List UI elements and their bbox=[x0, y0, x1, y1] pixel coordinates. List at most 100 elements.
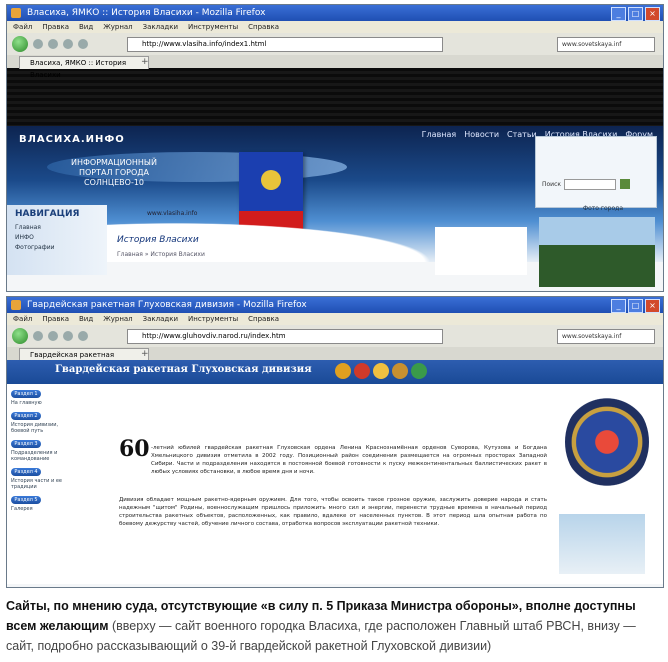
maximize-button[interactable]: □ bbox=[628, 299, 643, 313]
menu-history[interactable]: Журнал bbox=[103, 21, 132, 33]
menu-history[interactable]: Журнал bbox=[103, 313, 132, 325]
close-button[interactable]: × bbox=[645, 299, 660, 313]
back-button[interactable] bbox=[12, 36, 28, 52]
figure-caption: Сайты, по мнению суда, отсутствующие «в … bbox=[6, 596, 662, 656]
nav-home[interactable]: Главная bbox=[422, 130, 457, 139]
window-titlebar: Гвардейская ракетная Глуховская дивизия … bbox=[7, 297, 663, 313]
menu-tools[interactable]: Инструменты bbox=[188, 21, 238, 33]
nav-item-text[interactable]: История части и ее традиции bbox=[11, 478, 71, 490]
forward-button[interactable] bbox=[33, 39, 43, 49]
navigation-toolbar: http://www.gluhovdiv.narod.ru/index.htm … bbox=[7, 325, 663, 347]
menu-view[interactable]: Вид bbox=[79, 313, 93, 325]
sidebar-links: Главная ИНФО Фотографии bbox=[15, 223, 55, 253]
search-panel: Поиск bbox=[535, 136, 657, 208]
nav-pill[interactable]: Раздел 5 bbox=[11, 496, 41, 504]
stop-button[interactable] bbox=[63, 39, 73, 49]
home-button[interactable] bbox=[78, 331, 88, 341]
back-button[interactable] bbox=[12, 328, 28, 344]
window-title: Гвардейская ракетная Глуховская дивизия … bbox=[27, 300, 307, 310]
content-placeholder bbox=[435, 227, 527, 275]
breadcrumb[interactable]: Главная » История Власихи bbox=[117, 251, 205, 258]
search-box[interactable]: www.sovetskaya.inf bbox=[557, 329, 655, 344]
menu-file[interactable]: Файл bbox=[13, 21, 32, 33]
address-bar[interactable]: http://www.vlasiha.info/index1.html bbox=[127, 37, 443, 52]
nav-item-4[interactable]: Раздел 4 История части и ее традиции bbox=[11, 468, 81, 490]
menu-bar: Файл Правка Вид Журнал Закладки Инструме… bbox=[7, 21, 663, 33]
shield-emblem-icon bbox=[335, 363, 351, 379]
bottom-browser-window: Гвардейская ракетная Глуховская дивизия … bbox=[6, 296, 664, 588]
order-emblem-icon bbox=[354, 363, 370, 379]
sky-photo bbox=[559, 514, 645, 574]
menu-bar: Файл Правка Вид Журнал Закладки Инструме… bbox=[7, 313, 663, 325]
wreath-emblem-icon bbox=[411, 363, 427, 379]
reload-button[interactable] bbox=[48, 331, 58, 341]
missile-emblem-icon bbox=[392, 363, 408, 379]
new-tab-button[interactable]: + bbox=[141, 57, 151, 67]
top-browser-window: Власиха, ЯМКО :: История Власихи - Mozil… bbox=[6, 4, 664, 292]
nav-item-text[interactable]: Галерея bbox=[11, 506, 71, 512]
nav-item-3[interactable]: Раздел 3 Подразделения и командование bbox=[11, 440, 81, 462]
nav-pill[interactable]: Раздел 4 bbox=[11, 468, 41, 476]
page-title: История Власихи bbox=[117, 235, 199, 245]
menu-edit[interactable]: Правка bbox=[42, 313, 69, 325]
photo-caption: Фото города bbox=[582, 205, 623, 212]
stop-button[interactable] bbox=[63, 331, 73, 341]
menu-bookmarks[interactable]: Закладки bbox=[143, 313, 178, 325]
menu-file[interactable]: Файл bbox=[13, 313, 32, 325]
star-emblem-icon bbox=[373, 363, 389, 379]
site-sidebar: НАВИГАЦИЯ Главная ИНФО Фотографии bbox=[7, 205, 107, 275]
menu-edit[interactable]: Правка bbox=[42, 21, 69, 33]
tab-strip: Власиха, ЯМКО :: История Власихи + bbox=[7, 55, 663, 79]
tab-active[interactable]: Власиха, ЯМКО :: История Власихи bbox=[19, 56, 149, 79]
close-button[interactable]: × bbox=[645, 7, 660, 21]
site-content: Раздел 1 На главную Раздел 2 История див… bbox=[7, 384, 663, 584]
maximize-button[interactable]: □ bbox=[628, 7, 643, 21]
site-search-input[interactable] bbox=[564, 179, 616, 190]
forest-photo bbox=[539, 217, 655, 287]
tab-strip: Гвардейская ракетная Глуховская... + bbox=[7, 347, 663, 371]
home-button[interactable] bbox=[78, 39, 88, 49]
forward-button[interactable] bbox=[33, 331, 43, 341]
new-tab-button[interactable]: + bbox=[141, 349, 151, 359]
nav-item-text[interactable]: Подразделения и командование bbox=[11, 450, 71, 462]
nav-item-text[interactable]: На главную bbox=[11, 400, 71, 406]
minimize-button[interactable]: _ bbox=[611, 299, 626, 313]
firefox-icon bbox=[11, 8, 21, 18]
firefox-icon bbox=[11, 300, 21, 310]
nav-pill[interactable]: Раздел 1 bbox=[11, 390, 41, 398]
nav-pill[interactable]: Раздел 2 bbox=[11, 412, 41, 420]
site-banner: Гвардейская ракетная Глуховская дивизия bbox=[7, 360, 663, 384]
emblem-row bbox=[335, 363, 427, 379]
banner-title: Гвардейская ракетная Глуховская дивизия bbox=[55, 364, 312, 375]
site-dark-band bbox=[7, 68, 663, 126]
menu-bookmarks[interactable]: Закладки bbox=[143, 21, 178, 33]
site-logo[interactable]: ВЛАСИХА.ИНФО bbox=[19, 134, 125, 145]
big-year-number: 60 bbox=[119, 436, 150, 462]
nav-item-text[interactable]: История дивизии, боевой путь bbox=[11, 422, 71, 434]
address-bar[interactable]: http://www.gluhovdiv.narod.ru/index.htm bbox=[127, 329, 443, 344]
sidebar-link-photos[interactable]: Фотографии bbox=[15, 243, 55, 253]
window-controls: _ □ × bbox=[611, 7, 660, 21]
menu-view[interactable]: Вид bbox=[79, 21, 93, 33]
window-title: Власиха, ЯМКО :: История Власихи - Mozil… bbox=[27, 8, 266, 18]
navigation-toolbar: http://www.vlasiha.info/index1.html www.… bbox=[7, 33, 663, 55]
site-search-button[interactable] bbox=[620, 179, 630, 189]
nav-news[interactable]: Новости bbox=[464, 130, 499, 139]
minimize-button[interactable]: _ bbox=[611, 7, 626, 21]
nav-articles[interactable]: Статьи bbox=[507, 130, 537, 139]
menu-help[interactable]: Справка bbox=[248, 313, 279, 325]
menu-tools[interactable]: Инструменты bbox=[188, 313, 238, 325]
search-box[interactable]: www.sovetskaya.inf bbox=[557, 37, 655, 52]
reload-button[interactable] bbox=[48, 39, 58, 49]
header-tagline: ИНФОРМАЦИОННЫЙ ПОРТАЛ ГОРОДА СОЛНЦЕВО-10 bbox=[71, 158, 157, 187]
window-titlebar: Власиха, ЯМКО :: История Власихи - Mozil… bbox=[7, 5, 663, 21]
menu-help[interactable]: Справка bbox=[248, 21, 279, 33]
nav-item-5[interactable]: Раздел 5 Галерея bbox=[11, 496, 81, 512]
site-url-text[interactable]: www.vlasiha.info bbox=[147, 210, 197, 217]
division-emblem-image bbox=[565, 394, 649, 490]
sidebar-link-info[interactable]: ИНФО bbox=[15, 233, 55, 243]
sidebar-link-home[interactable]: Главная bbox=[15, 223, 55, 233]
nav-pill[interactable]: Раздел 3 bbox=[11, 440, 41, 448]
nav-item-1[interactable]: Раздел 1 На главную bbox=[11, 390, 81, 406]
nav-item-2[interactable]: Раздел 2 История дивизии, боевой путь bbox=[11, 412, 81, 434]
